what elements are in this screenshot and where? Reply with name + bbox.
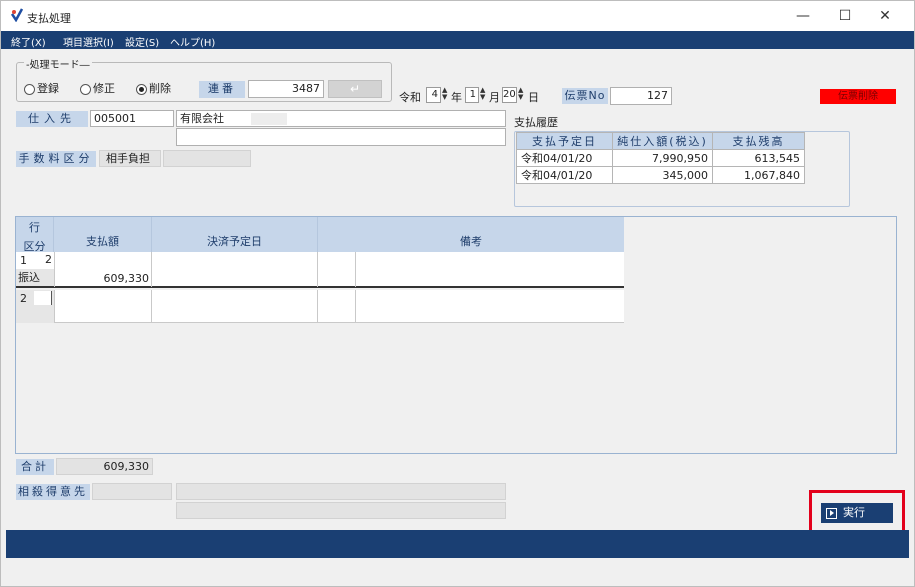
grid-head-row: 行	[29, 221, 40, 234]
radio-modify-indicator[interactable]	[80, 83, 91, 95]
history-title: 支払履歴	[514, 116, 558, 129]
history-cell-amount: 345,000	[612, 166, 713, 184]
grid-row-no: 2	[20, 292, 27, 305]
grid-kubun-code-field[interactable]	[34, 291, 52, 305]
history-cell-amount: 7,990,950	[612, 149, 713, 167]
radio-delete-label: 削除	[149, 82, 171, 95]
grid-head-remarks: 備考	[460, 235, 482, 248]
grid-head-due-date: 決済予定日	[152, 217, 318, 252]
menu-settings[interactable]: 設定(S)	[125, 34, 159, 49]
highlight-frame	[809, 490, 905, 533]
bottom-bar	[6, 530, 909, 558]
history-cell-date: 令和04/01/20	[516, 149, 613, 167]
close-button[interactable]: ✕	[867, 5, 903, 27]
history-cell-balance: 1,067,840	[712, 166, 805, 184]
offset-customer-name	[176, 483, 506, 500]
history-header-row: 支払予定日 純仕入額(税込) 支払残高	[516, 132, 805, 150]
menu-exit[interactable]: 終了(X)	[11, 34, 46, 49]
history-table: 支払予定日 純仕入額(税込) 支払残高 令和04/01/20 7,990,950…	[516, 132, 805, 184]
supplier-code-field[interactable]: 005001	[90, 110, 174, 127]
fee-value: 相手負担	[99, 150, 161, 167]
grid-remarks-field[interactable]	[356, 252, 624, 287]
grid-kubun-name: 振込	[16, 269, 54, 286]
month-spin-icon[interactable]: ▲ ▼	[480, 87, 488, 103]
grid-head-amount: 支払額	[54, 217, 152, 252]
supplier-name-redaction	[251, 113, 287, 125]
year-field[interactable]: 4	[426, 87, 441, 103]
radio-register[interactable]: 登録	[24, 80, 59, 96]
grid-kubun-code-field[interactable]: 2	[34, 253, 52, 267]
grid-amount-field[interactable]	[54, 290, 152, 323]
grid-row-no: 1	[20, 254, 27, 267]
year-spin-icon[interactable]: ▲ ▼	[442, 87, 450, 103]
slip-deleted-badge: 伝票削除	[820, 89, 896, 104]
radio-delete-indicator[interactable]	[136, 83, 147, 95]
grid-head-row-col: 行 区分	[16, 217, 54, 253]
menu-item-select[interactable]: 項目選択(I)	[63, 34, 114, 49]
history-col-balance: 支払残高	[712, 132, 805, 150]
day-unit: 日	[528, 91, 539, 104]
grid-remarks-code-field[interactable]	[318, 252, 356, 287]
day-spin-icon[interactable]: ▲ ▼	[518, 87, 526, 103]
total-label: 合計	[16, 459, 54, 475]
mode-legend: -処理モード―	[24, 56, 92, 71]
fee-label: 手数料区分	[16, 151, 96, 167]
window-title: 支払処理	[27, 12, 71, 25]
supplier-name-text: 有限会社	[180, 112, 224, 125]
history-col-date: 支払予定日	[516, 132, 613, 150]
grid-due-date-field[interactable]	[152, 290, 318, 323]
enter-icon-button[interactable]: ↵	[328, 80, 382, 98]
table-row[interactable]: 令和04/01/20 345,000 1,067,840	[516, 166, 805, 184]
history-col-amount: 純仕入額(税込)	[612, 132, 713, 150]
radio-delete[interactable]: 削除	[136, 80, 171, 96]
radio-register-label: 登録	[37, 82, 59, 95]
history-cell-date: 令和04/01/20	[516, 166, 613, 184]
month-field[interactable]: 1	[465, 87, 479, 103]
menu-bar: 終了(X) 項目選択(I) 設定(S) ヘルプ(H)	[1, 31, 914, 49]
maximize-button[interactable]: ☐	[827, 5, 863, 27]
history-cell-balance: 613,545	[712, 149, 805, 167]
grid-remarks-code-field[interactable]	[318, 290, 356, 323]
offset-customer-name2	[176, 502, 506, 519]
fee-name-field	[163, 150, 251, 167]
radio-modify-label: 修正	[93, 82, 115, 95]
renban-label: 連番	[199, 81, 245, 98]
radio-register-indicator[interactable]	[24, 83, 35, 95]
title-bar: 支払処理 — ☐ ✕	[1, 1, 914, 31]
supplier-label: 仕入先	[16, 111, 88, 127]
supplier-name-field[interactable]: 有限会社	[176, 110, 506, 127]
date-era: 令和	[399, 91, 421, 104]
renban-field[interactable]: 3487	[248, 80, 324, 98]
grid-due-date-field[interactable]	[152, 252, 318, 287]
slip-no-field[interactable]: 127	[610, 87, 672, 105]
day-field[interactable]: 20	[502, 87, 517, 103]
minimize-button[interactable]: —	[785, 5, 821, 27]
table-row[interactable]: 令和04/01/20 7,990,950 613,545	[516, 149, 805, 167]
total-value: 609,330	[56, 458, 153, 475]
offset-customer-code	[92, 483, 172, 500]
radio-modify[interactable]: 修正	[80, 80, 115, 96]
month-unit: 月	[489, 91, 500, 104]
year-unit: 年	[451, 91, 462, 104]
supplier-name2-field[interactable]	[176, 128, 506, 146]
menu-help[interactable]: ヘルプ(H)	[170, 34, 215, 49]
status-bar	[1, 558, 914, 586]
slip-no-label: 伝票No	[562, 88, 608, 104]
app-icon	[10, 8, 24, 23]
grid-amount-field[interactable]: 609,330	[54, 252, 152, 287]
offset-customer-label: 相殺得意先	[16, 484, 90, 500]
